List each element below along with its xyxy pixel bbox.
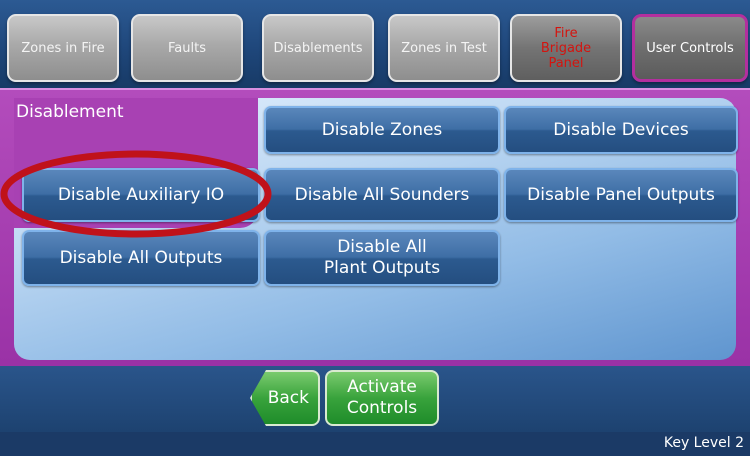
disable-all-plant-outputs-button[interactable]: Disable All Plant Outputs	[264, 230, 500, 286]
tab-fire-brigade-panel[interactable]: Fire Brigade Panel	[510, 14, 622, 82]
tab-user-controls[interactable]: User Controls	[632, 14, 748, 82]
disable-all-sounders-button[interactable]: Disable All Sounders	[264, 168, 500, 222]
activate-controls-button[interactable]: Activate Controls	[325, 370, 439, 426]
tab-zones-in-test[interactable]: Zones in Test	[388, 14, 500, 82]
disable-devices-button[interactable]: Disable Devices	[504, 106, 738, 154]
status-bar: Key Level 2	[0, 432, 750, 456]
tab-disablements[interactable]: Disablements	[262, 14, 374, 82]
disable-auxiliary-io-button[interactable]: Disable Auxiliary IO	[22, 168, 260, 222]
panel-title: Disablement	[16, 102, 124, 122]
tab-bar: Zones in Fire Faults Disablements Zones …	[0, 0, 750, 88]
disable-zones-button[interactable]: Disable Zones	[264, 106, 500, 154]
disable-panel-outputs-button[interactable]: Disable Panel Outputs	[504, 168, 738, 222]
tab-faults[interactable]: Faults	[131, 14, 243, 82]
tab-zones-in-fire[interactable]: Zones in Fire	[7, 14, 119, 82]
key-level-indicator: Key Level 2	[663, 435, 744, 451]
disablement-panel: Disablement Disable Zones Disable Device…	[0, 88, 750, 366]
disable-all-outputs-button[interactable]: Disable All Outputs	[22, 230, 260, 286]
